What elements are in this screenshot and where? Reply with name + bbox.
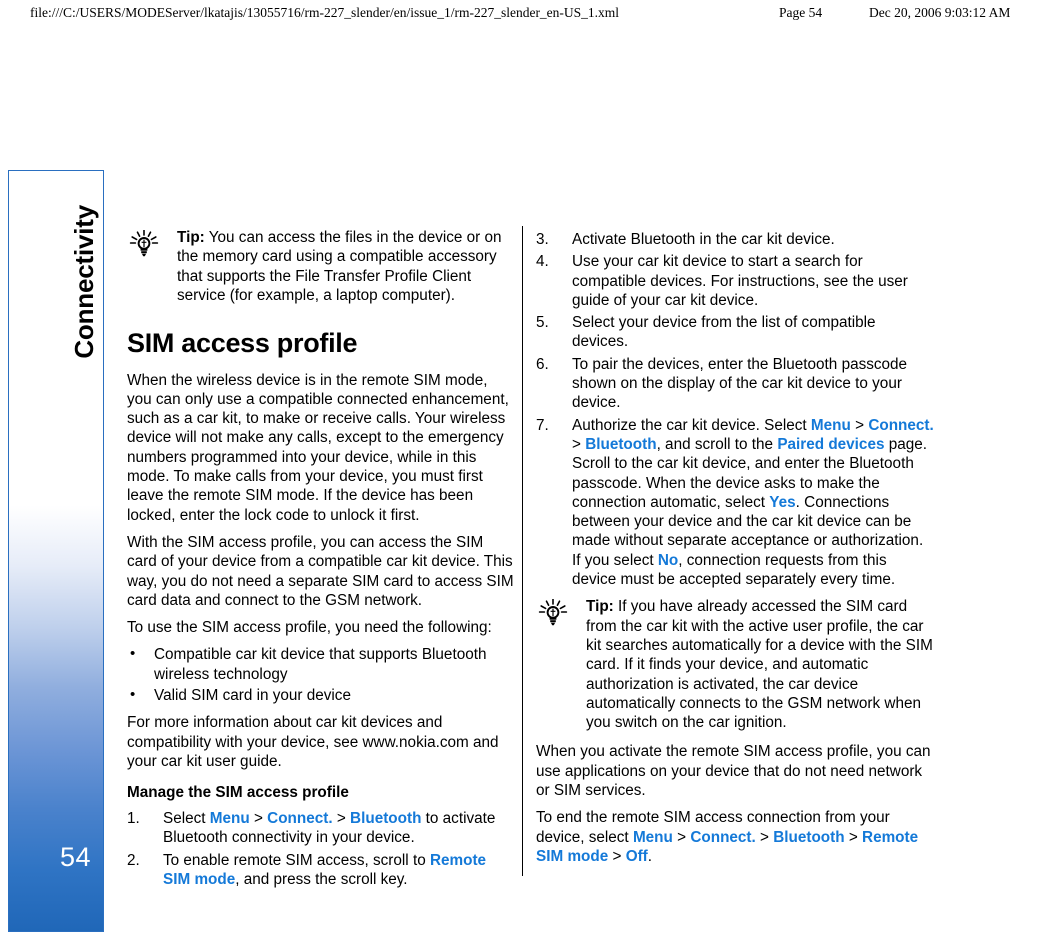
inline-text: .	[647, 847, 653, 865]
inline-text: >	[249, 810, 268, 828]
inline-text: To enable remote SIM access, scroll to	[163, 851, 430, 869]
inline-text: >	[850, 416, 869, 434]
page-content: Tip: You can access the files in the dev…	[0, 0, 1045, 940]
step-number: 7.	[536, 416, 549, 434]
ui-command-label[interactable]: Bluetooth	[350, 810, 421, 827]
inline-text: >	[844, 828, 863, 846]
step-item: 1. Select Menu > Connect. > Bluetooth to …	[127, 809, 515, 848]
inline-text: , and press the scroll key.	[235, 871, 408, 889]
right-paragraph-1: When you activate the remote SIM access …	[536, 743, 931, 800]
step-text: Authorize the car kit device. Select Men…	[572, 417, 934, 588]
step-number: 6.	[536, 355, 549, 373]
tip-text-right: Tip: If you have already accessed the SI…	[586, 597, 934, 732]
list-item: Compatible car kit device that supports …	[127, 644, 515, 684]
inline-text: Select	[163, 810, 210, 828]
ui-command-label[interactable]: Menu	[811, 417, 851, 434]
inline-text: , and scroll to the	[656, 435, 778, 453]
lightbulb-icon	[127, 229, 161, 257]
ui-command-label[interactable]: Connect.	[690, 829, 755, 846]
tip-body-text: You can access the files in the device o…	[177, 229, 502, 304]
step-item: 2. To enable remote SIM access, scroll to…	[127, 851, 515, 890]
step-text: Use your car kit device to start a searc…	[572, 253, 908, 309]
column-divider	[522, 226, 523, 876]
inline-text: >	[608, 847, 626, 865]
ui-command-label[interactable]: Off	[626, 848, 648, 865]
step-number: 4.	[536, 253, 549, 271]
step-item: 3. Activate Bluetooth in the car kit devi…	[536, 230, 934, 249]
requirements-list: Compatible car kit device that supports …	[127, 644, 515, 705]
step-number: 1.	[127, 810, 140, 828]
list-item: Valid SIM card in your device	[127, 685, 515, 705]
ui-command-label[interactable]: Connect.	[267, 810, 332, 827]
inline-text: >	[332, 810, 351, 828]
step-item: 5. Select your device from the list of co…	[536, 313, 934, 352]
ui-command-label[interactable]: Menu	[633, 829, 673, 846]
lightbulb-icon	[536, 599, 570, 626]
step-item: 7. Authorize the car kit device. Select M…	[536, 416, 934, 590]
tip-box-left: Tip: You can access the files in the dev…	[127, 228, 515, 305]
inline-text: >	[672, 828, 691, 846]
steps-list-right: 3. Activate Bluetooth in the car kit devi…	[536, 230, 934, 589]
step-text: Select your device from the list of comp…	[572, 314, 876, 350]
paragraph-3: To use the SIM access profile, you need …	[127, 619, 492, 637]
inline-text: Use your car kit device to start a searc…	[572, 253, 908, 309]
step-text: Select Menu > Connect. > Bluetooth to ac…	[163, 810, 495, 846]
section-title: SIM access profile	[127, 328, 358, 359]
step-number: 2.	[127, 851, 140, 869]
tip-body-text: If you have already accessed the SIM car…	[586, 598, 933, 732]
steps-list-left: 1. Select Menu > Connect. > Bluetooth to …	[127, 809, 515, 889]
tip-box-right: Tip: If you have already accessed the SI…	[536, 597, 934, 732]
inline-text: Select your device from the list of comp…	[572, 314, 876, 351]
step-text: Activate Bluetooth in the car kit device…	[572, 231, 835, 248]
step-item: 4. Use your car kit device to start a sea…	[536, 252, 934, 310]
sub-title: Manage the SIM access profile	[127, 784, 349, 802]
ui-command-label[interactable]: Connect.	[868, 417, 933, 434]
tip-label: Tip:	[177, 229, 205, 246]
paragraph-2: With the SIM access profile, you can acc…	[127, 533, 514, 609]
ui-command-label[interactable]: Menu	[210, 810, 250, 827]
inline-text: Authorize the car kit device. Select	[572, 416, 811, 434]
ui-command-label[interactable]: Yes	[769, 494, 795, 511]
inline-text: Activate Bluetooth in the car kit device…	[572, 231, 835, 248]
step-item: 6. To pair the devices, enter the Bluetoo…	[536, 355, 934, 413]
ui-command-label[interactable]: Bluetooth	[585, 436, 656, 453]
inline-text: To pair the devices, enter the Bluetooth…	[572, 355, 908, 412]
ui-command-label[interactable]: Paired devices	[777, 436, 884, 453]
paragraph-1: When the wireless device is in the remot…	[127, 371, 509, 524]
tip-label: Tip:	[586, 598, 614, 616]
right-column: 3. Activate Bluetooth in the car kit devi…	[536, 228, 934, 874]
paragraph-4: For more information about car kit devic…	[127, 714, 499, 770]
step-text: To enable remote SIM access, scroll to R…	[163, 852, 486, 888]
left-column: Tip: You can access the files in the dev…	[127, 228, 515, 897]
inline-text: >	[572, 435, 586, 453]
ui-command-label[interactable]: Bluetooth	[773, 829, 844, 846]
tip-text-left: Tip: You can access the files in the dev…	[177, 228, 515, 305]
inline-text: >	[755, 828, 774, 846]
step-number: 5.	[536, 314, 549, 332]
right-paragraph-2: To end the remote SIM access connection …	[536, 808, 934, 866]
step-number: 3.	[536, 231, 549, 248]
ui-command-label[interactable]: No	[658, 552, 678, 569]
step-text: To pair the devices, enter the Bluetooth…	[572, 356, 907, 412]
